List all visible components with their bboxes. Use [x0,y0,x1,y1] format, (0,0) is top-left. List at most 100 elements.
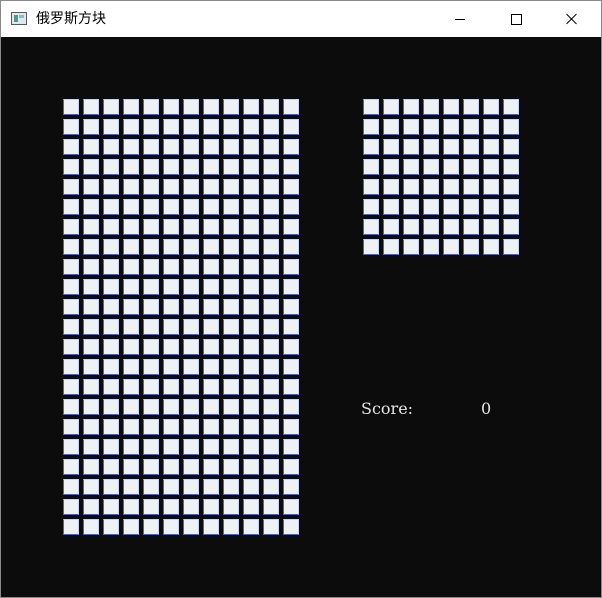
board-cell [83,239,99,255]
preview-cell [443,199,459,215]
board-cell [183,479,199,495]
board-cell [103,279,119,295]
preview-cell [363,219,379,235]
preview-cell [483,239,499,255]
board-cell [83,279,99,295]
maximize-button[interactable] [493,1,539,37]
board-cell [203,319,219,335]
board-cell [183,519,199,535]
board-cell [83,199,99,215]
board-cell [143,199,159,215]
board-cell [263,519,279,535]
board-cell [103,419,119,435]
board-cell [263,159,279,175]
preview-cell [383,119,399,135]
preview-cell [423,219,439,235]
maximize-icon [510,13,522,25]
board-cell [143,179,159,195]
board-cell [203,399,219,415]
board-cell [63,499,79,515]
preview-cell [463,199,479,215]
preview-cell [363,239,379,255]
board-cell [263,239,279,255]
board-cell [143,259,159,275]
board-cell [183,139,199,155]
preview-cell [503,119,519,135]
board-cell [143,519,159,535]
preview-cell [463,219,479,235]
board-cell [263,99,279,115]
board-cell [163,99,179,115]
minimize-button[interactable] [437,1,483,37]
board-cell [63,159,79,175]
board-cell [263,339,279,355]
board-cell [163,399,179,415]
preview-cell [463,159,479,175]
board-cell [243,499,259,515]
board-cell [143,119,159,135]
board-cell [203,139,219,155]
board-cell [203,119,219,135]
board-cell [123,119,139,135]
board-cell [283,519,299,535]
board-cell [263,459,279,475]
board-cell [123,459,139,475]
board-cell [223,519,239,535]
board-cell [243,479,259,495]
board-cell [63,179,79,195]
board-cell [123,399,139,415]
board-cell [63,439,79,455]
board-cell [163,339,179,355]
board-cell [63,459,79,475]
preview-cell [443,219,459,235]
board-cell [103,339,119,355]
preview-cell [503,159,519,175]
board-cell [223,359,239,375]
board-cell [63,319,79,335]
board-cell [283,159,299,175]
score-value: 0 [481,399,492,418]
board-cell [283,379,299,395]
preview-cell [403,119,419,135]
board-cell [243,459,259,475]
next-piece-preview [363,99,519,255]
board-cell [163,459,179,475]
board-cell [143,279,159,295]
board-cell [123,519,139,535]
board-cell [63,199,79,215]
board-cell [283,199,299,215]
board-cell [63,239,79,255]
board-cell [183,239,199,255]
board-cell [163,379,179,395]
title-bar[interactable]: 俄罗斯方块 [1,1,601,37]
board-cell [283,119,299,135]
board-cell [203,479,219,495]
board-cell [123,359,139,375]
preview-cell [423,159,439,175]
board-cell [263,219,279,235]
board-cell [123,279,139,295]
game-area[interactable]: Score: 0 [1,37,601,597]
preview-cell [383,199,399,215]
board-cell [223,419,239,435]
board-cell [123,499,139,515]
close-icon [566,13,578,25]
preview-cell [403,99,419,115]
board-cell [243,319,259,335]
board-cell [243,259,259,275]
preview-cell [423,199,439,215]
board-cell [143,139,159,155]
board-cell [243,279,259,295]
board-cell [143,159,159,175]
board-cell [63,479,79,495]
board-cell [163,199,179,215]
board-cell [283,299,299,315]
preview-cell [423,139,439,155]
close-button[interactable] [549,1,595,37]
board-cell [283,499,299,515]
game-window: 俄罗斯方块 Score: 0 [0,0,602,598]
board-cell [83,319,99,335]
board-cell [163,439,179,455]
preview-cell [383,179,399,195]
preview-cell [383,239,399,255]
